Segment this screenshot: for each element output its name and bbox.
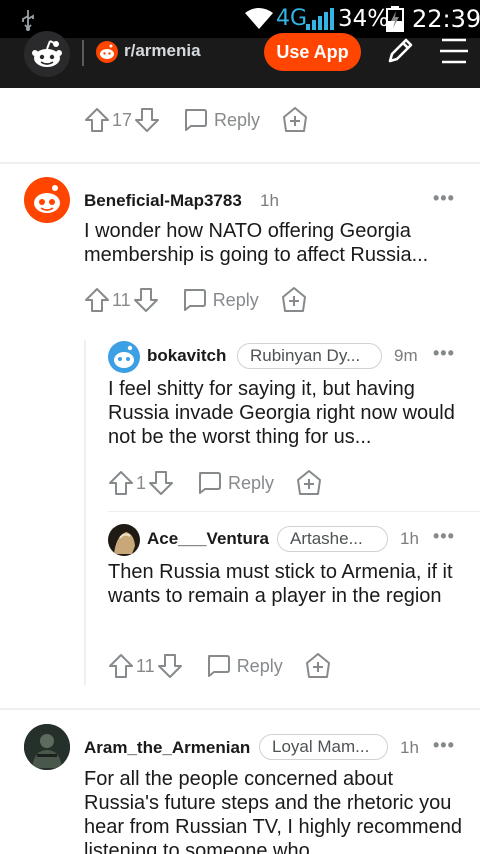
downvote-icon[interactable]: [134, 107, 160, 133]
comment-bubble-icon: [207, 655, 230, 677]
comment-time: 1h: [260, 191, 279, 210]
comment-actions: 11 Reply: [84, 287, 307, 313]
award-icon[interactable]: [281, 287, 307, 313]
downvote-icon[interactable]: [133, 287, 159, 313]
app-header: r/armenia Use App: [0, 31, 480, 88]
comment-separator: [0, 708, 480, 710]
user-flair: Artashe...: [277, 526, 388, 552]
comment-time: 1h: [400, 529, 419, 548]
downvote-icon[interactable]: [148, 470, 174, 496]
reply-button[interactable]: Reply: [182, 108, 260, 132]
comment-time: 9m: [394, 346, 418, 365]
user-flair: Rubinyan Dy...: [237, 343, 382, 369]
reply-label: Reply: [214, 109, 261, 130]
signal-icon: [306, 8, 334, 30]
comment-username[interactable]: Aram_the_Armenian: [84, 738, 250, 758]
vote-score: 17: [112, 109, 133, 130]
avatar[interactable]: [108, 341, 140, 373]
award-icon[interactable]: [305, 653, 331, 679]
more-options-icon[interactable]: •••: [433, 188, 455, 209]
header-divider: [82, 40, 84, 66]
comment-body: I wonder how NATO offering Georgia membe…: [84, 220, 429, 266]
comment-actions: 17 Reply: [84, 107, 308, 133]
clock: 22:39: [412, 5, 480, 33]
avatar[interactable]: [24, 177, 70, 223]
downvote-icon[interactable]: [157, 653, 183, 679]
avatar[interactable]: [24, 724, 70, 770]
comment-body: For all the people concerned about Russi…: [84, 768, 462, 854]
reply-button[interactable]: Reply: [181, 288, 259, 312]
avatar[interactable]: [108, 524, 140, 556]
menu-icon[interactable]: [438, 38, 468, 64]
wifi-icon: [245, 8, 273, 29]
use-app-button[interactable]: Use App: [264, 33, 361, 71]
reply-label: Reply: [212, 289, 259, 310]
upvote-icon[interactable]: [108, 470, 134, 496]
status-bar: 4G 34% 22:39: [0, 0, 480, 38]
user-photo-icon: [24, 724, 70, 770]
battery-icon: [386, 6, 404, 32]
comment-bubble-icon: [185, 109, 208, 131]
upvote-icon[interactable]: [108, 653, 134, 679]
network-type: 4G: [276, 6, 308, 31]
vote-score: 11: [112, 289, 131, 310]
subreddit-name[interactable]: r/armenia: [124, 41, 201, 61]
vote-score: 11: [136, 655, 155, 676]
comment-actions: 1 Reply: [108, 470, 322, 496]
comment-body: I feel shitty for saying it, but having …: [108, 378, 455, 448]
reply-label: Reply: [236, 655, 283, 676]
vote-score: 1: [136, 472, 147, 493]
comment-actions: 11 Reply: [108, 653, 331, 679]
comment-bubble-icon: [183, 289, 206, 311]
subreddit-icon: [96, 41, 118, 63]
more-options-icon[interactable]: •••: [433, 735, 455, 756]
comment-separator: [108, 511, 480, 512]
reply-label: Reply: [228, 472, 275, 493]
award-icon[interactable]: [282, 107, 308, 133]
snoo-avatar-icon: [34, 185, 60, 213]
more-options-icon[interactable]: •••: [433, 343, 455, 364]
usb-icon: [22, 10, 34, 31]
reply-button[interactable]: Reply: [196, 471, 274, 495]
comment-time: 1h: [400, 738, 419, 757]
reply-button[interactable]: Reply: [205, 654, 283, 678]
comment-username[interactable]: Ace___Ventura: [147, 529, 269, 549]
upvote-icon[interactable]: [84, 107, 110, 133]
battery-percent: 34%: [338, 6, 390, 32]
pencil-icon[interactable]: [384, 35, 416, 67]
comment-username[interactable]: bokavitch: [147, 346, 226, 366]
comment-username[interactable]: Beneficial-Map3783: [84, 191, 242, 211]
user-flair: Loyal Mam...: [259, 734, 388, 760]
thread-line[interactable]: [84, 340, 86, 685]
snoo-avatar-icon: [114, 345, 134, 368]
comment-bubble-icon: [199, 472, 222, 494]
upvote-icon[interactable]: [84, 287, 110, 313]
award-icon[interactable]: [296, 470, 322, 496]
more-options-icon[interactable]: •••: [433, 526, 455, 547]
reddit-logo[interactable]: [24, 31, 70, 77]
comment-body: Then Russia must stick to Armenia, if it…: [108, 561, 453, 607]
reddit-alien-icon: [32, 40, 62, 67]
comment-separator: [0, 162, 480, 164]
user-photo-icon: [108, 524, 140, 556]
